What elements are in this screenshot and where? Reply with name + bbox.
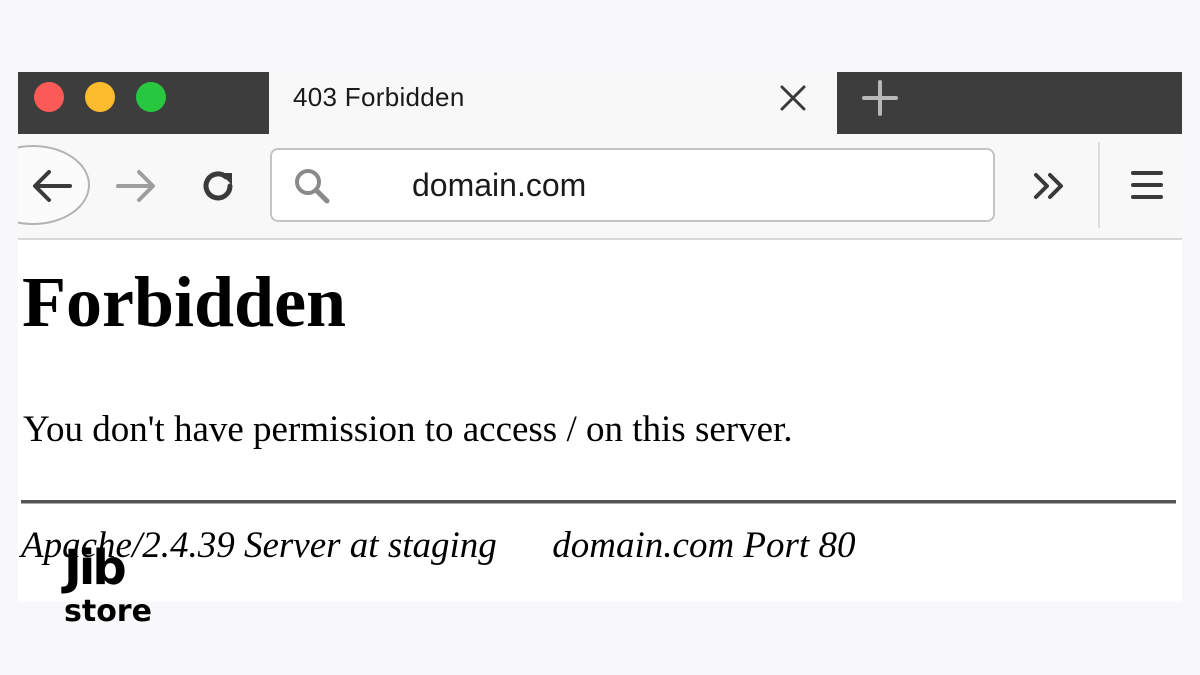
search-icon: [290, 164, 336, 210]
plus-icon[interactable]: [858, 76, 902, 120]
browser-window: 403 Forbidden domain.com Forbidden You d…: [18, 72, 1182, 602]
window-maximize-button[interactable]: [136, 82, 166, 112]
logo-subtext: store: [64, 594, 152, 629]
logo-mark: Jib: [64, 540, 127, 596]
forward-arrow-icon[interactable]: [114, 168, 158, 204]
tab-strip: 403 Forbidden: [18, 72, 1182, 134]
tab-active[interactable]: 403 Forbidden: [269, 72, 837, 134]
tab-title: 403 Forbidden: [293, 82, 465, 112]
error-message: You don't have permission to access / on…: [23, 409, 793, 450]
horizontal-rule: [21, 500, 1176, 504]
close-icon[interactable]: [775, 76, 811, 116]
jib-store-logo: Jib store: [60, 540, 160, 632]
window-minimize-button[interactable]: [85, 82, 115, 112]
address-bar[interactable]: domain.com: [270, 148, 995, 222]
page-title: Forbidden: [22, 262, 347, 342]
navigation-toolbar: domain.com: [18, 134, 1182, 240]
back-arrow-icon[interactable]: [30, 168, 74, 204]
window-close-button[interactable]: [34, 82, 64, 112]
reload-icon[interactable]: [196, 164, 240, 208]
page-content: Forbidden You don't have permission to a…: [18, 240, 1182, 602]
hamburger-menu-icon[interactable]: [1130, 168, 1164, 202]
toolbar-separator: [1098, 142, 1100, 228]
url-text[interactable]: domain.com: [412, 167, 586, 204]
chevron-double-right-icon[interactable]: [1030, 168, 1070, 204]
